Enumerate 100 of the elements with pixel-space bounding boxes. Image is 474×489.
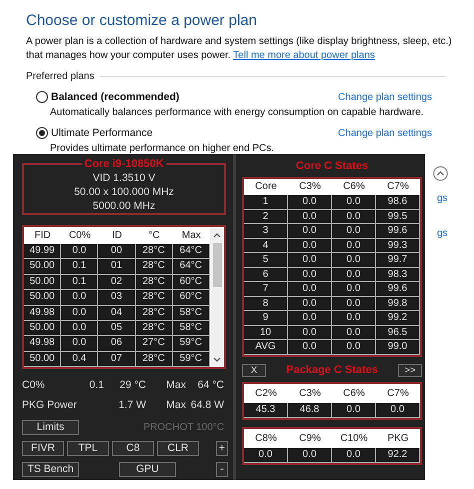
table-cell: 99.2	[376, 311, 420, 326]
table-cell: 0.0	[332, 195, 376, 210]
scroll-thumb[interactable]	[212, 243, 222, 287]
change-settings-link[interactable]: Change plan settings	[338, 92, 432, 102]
plan-description: Provides ultimate performance on higher end PCs.	[50, 143, 276, 154]
radio-button[interactable]	[36, 91, 48, 103]
stat-value: 1.7 W	[118, 399, 146, 412]
table-cell: 92.2	[376, 448, 420, 462]
radio-button[interactable]	[36, 127, 48, 139]
plan-name: Balanced (recommended)	[51, 91, 180, 103]
table-cell: 64°C	[172, 259, 210, 275]
table-cell: 45.3	[244, 402, 288, 418]
toolbar-button[interactable]: GPU	[119, 462, 176, 478]
toolbar-button[interactable]: +	[216, 441, 228, 456]
table-cell: 0.0	[288, 448, 332, 462]
table-cell: 0.0	[288, 195, 332, 210]
table-cell: 99.5	[376, 210, 420, 224]
table-cell: 28°C	[136, 352, 173, 368]
table-cell: 6	[244, 268, 288, 282]
table-cell: 0.0	[332, 268, 376, 282]
table-cell: 0.0	[288, 253, 332, 268]
scrollbar[interactable]	[210, 227, 224, 368]
table-cell: 28°C	[136, 290, 173, 306]
toolbar-button[interactable]: TS Bench	[22, 462, 79, 478]
table-cell: 0.0	[288, 326, 332, 340]
stat-value: 29 °C	[118, 379, 146, 392]
cpu-reading: 5000.00 MHz	[92, 199, 156, 213]
table-cell: 0.0	[332, 282, 376, 296]
table-cell: 4	[244, 238, 288, 253]
plan-description: Automatically balances performance with energy consumption on capable hardware.	[50, 107, 425, 118]
plan-name: Ultimate Performance	[51, 127, 153, 139]
max-value: 64.8 W	[190, 399, 224, 412]
table-cell: 0.0	[61, 290, 98, 306]
table-cell: 0.0	[288, 311, 332, 326]
max-value: 64 °C	[196, 379, 224, 392]
table-cell: 28°C	[136, 306, 173, 321]
table-cell: 0.0	[332, 296, 376, 311]
table-cell: 27°C	[136, 336, 173, 352]
panel-title: Package C States	[285, 364, 379, 376]
collapse-icon[interactable]	[433, 166, 448, 181]
table-cell: 0.0	[61, 336, 98, 352]
table-cell: 0.0	[332, 224, 376, 238]
change-settings-link[interactable]: Change plan settings	[338, 128, 432, 138]
table-cell: 99.8	[376, 296, 420, 311]
table-cell: 03	[98, 290, 136, 306]
scroll-down-icon[interactable]	[213, 357, 221, 364]
table-cell: 0.0	[376, 402, 420, 418]
toolbar-button[interactable]: FIVR	[22, 441, 64, 456]
table-cell: 0.1	[61, 259, 98, 275]
table-cell: 98.6	[376, 195, 420, 210]
limits-button[interactable]: Limits	[22, 420, 79, 436]
cpu-reading: 50.00 x 100.000 MHz	[73, 185, 175, 199]
toolbar-button[interactable]: TPL	[67, 441, 109, 456]
close-button[interactable]: X	[242, 364, 266, 376]
change-settings-link[interactable]: gs	[437, 228, 448, 239]
next-button[interactable]: >>	[398, 364, 422, 376]
table-cell: 60°C	[172, 290, 210, 306]
table-cell: 0.0	[288, 340, 332, 354]
table-cell: 28°C	[136, 259, 173, 275]
scroll-up-icon[interactable]	[213, 232, 221, 238]
toolbar-button[interactable]: CLR	[157, 441, 199, 456]
table-cell: 04	[98, 306, 136, 321]
table-cell: 0.0	[332, 210, 376, 224]
table-cell: 0.0	[288, 282, 332, 296]
table-cell: 49.98	[24, 336, 62, 352]
table-cell: 02	[98, 274, 136, 290]
table-cell: 98.3	[376, 268, 420, 282]
table-cell: 0.0	[244, 448, 288, 462]
table-cell: 0.0	[332, 238, 376, 253]
max-label: Max	[165, 379, 186, 392]
section-heading: Preferred plans	[26, 71, 94, 82]
help-link[interactable]: Tell me more about power plans	[233, 50, 375, 61]
table-cell: 9	[244, 311, 288, 326]
table-cell: 99.7	[376, 253, 420, 268]
table-cell: 0.1	[61, 274, 98, 290]
cpu-reading: VID 1.3510 V	[92, 171, 156, 185]
table-cell: 0.4	[61, 352, 98, 368]
table-cell: 06	[98, 336, 136, 352]
table-cell: 0.0	[61, 244, 98, 260]
table-cell: 0.0	[61, 306, 98, 321]
toolbar-button[interactable]: -	[216, 462, 228, 478]
table-cell: 10	[244, 326, 288, 340]
table-cell: 3	[244, 224, 288, 238]
table-cell: 50.00	[24, 320, 62, 336]
toolbar-button[interactable]: C8	[112, 441, 154, 456]
stat-label: PKG Power	[22, 399, 78, 412]
table-cell: 0.0	[61, 320, 98, 336]
table-cell: 5	[244, 253, 288, 268]
table-cell: 64°C	[172, 244, 210, 260]
table-cell: 58°C	[172, 320, 210, 336]
table-cell: 60°C	[172, 274, 210, 290]
max-label: Max	[165, 399, 186, 412]
page-title: Choose or customize a power plan	[26, 12, 258, 29]
table-cell: 0.0	[288, 268, 332, 282]
table-cell: 0.0	[332, 253, 376, 268]
table-cell: 0.0	[332, 402, 376, 418]
change-settings-link[interactable]: gs	[437, 193, 448, 204]
stat-label: C0%	[22, 379, 46, 392]
table-cell: 99.3	[376, 238, 420, 253]
panel-title: Core C States	[294, 160, 370, 172]
